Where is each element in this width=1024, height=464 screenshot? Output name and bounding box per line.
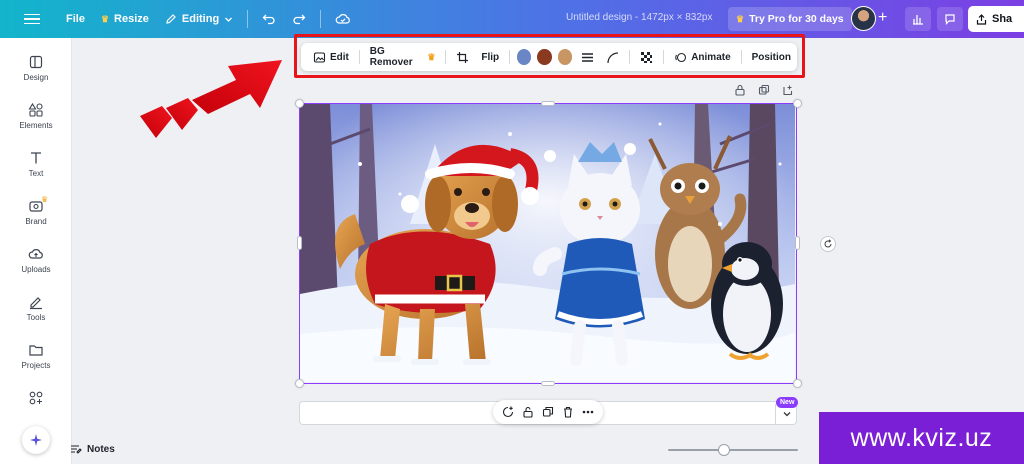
toolbar-divider [247,10,249,28]
sidebar-item-label: Text [28,169,44,178]
lock-icon[interactable] [734,84,746,96]
sidebar-item-label: Tools [26,313,46,322]
file-menu-button[interactable]: File [58,6,93,32]
resize-handle-left[interactable] [297,236,302,250]
notes-button[interactable]: Notes [70,443,115,455]
avatar[interactable] [851,6,876,31]
resize-handle-bottom[interactable] [541,381,555,386]
chevron-down-icon [783,412,790,417]
new-badge: New [776,397,799,408]
elements-shapes-icon [28,102,43,117]
selected-image[interactable] [299,103,797,384]
zoom-slider-track[interactable] [668,449,798,451]
crown-icon: ♛ [736,13,745,24]
sidebar-item-label: Brand [25,217,47,226]
resize-handle-top-left[interactable] [295,99,304,108]
sidebar-item-tools[interactable]: Tools [0,294,72,322]
duplicate-page-icon[interactable] [542,406,554,418]
comments-button[interactable] [937,7,963,31]
pencil-icon [166,14,176,24]
sidebar-item-design[interactable]: Design [0,54,72,82]
menu-icon[interactable] [24,13,40,25]
top-bar: File ♛ Resize Editing Untitled design - … [0,0,1024,38]
try-pro-button[interactable]: ♛ Try Pro for 30 days [728,7,852,31]
unlock-icon[interactable] [522,406,534,418]
sidebar-item-text[interactable]: Text [0,150,72,178]
cloud-save-button[interactable] [327,6,359,32]
sparkle-icon [30,434,42,446]
sidebar-item-brand[interactable]: ♛ Brand [0,195,72,226]
resize-handle-bottom-left[interactable] [295,379,304,388]
insights-button[interactable] [905,7,931,31]
chevron-down-icon [225,17,233,22]
sidebar-item-elements[interactable]: Elements [0,102,72,130]
redo-icon [293,14,306,25]
editing-mode-button[interactable]: Editing [157,6,241,32]
duplicate-icon[interactable] [758,84,770,96]
cloud-check-icon [335,14,351,24]
trash-icon[interactable] [562,406,574,418]
winter-animals-illustration [300,104,795,382]
frame-actions [734,84,794,96]
undo-icon [262,14,275,25]
resize-button[interactable]: ♛ Resize [93,6,157,32]
resize-handle-right[interactable] [795,236,800,250]
bar-chart-icon [913,15,923,25]
apps-grid-icon [29,391,43,405]
resize-handle-bottom-right[interactable] [793,379,802,388]
share-label: Sha [992,13,1013,25]
notes-icon [71,445,82,454]
share-button[interactable]: Sha [968,6,1024,32]
add-page-icon[interactable] [782,84,794,96]
toolbar-highlight-box [294,34,805,78]
sidebar-item-projects[interactable]: Projects [0,342,72,370]
add-collaborator-button[interactable]: + [878,9,887,27]
sidebar-item-uploads[interactable]: Uploads [0,246,72,274]
resize-label: Resize [114,13,149,25]
redo-button[interactable] [284,6,314,32]
comment-icon [945,14,955,25]
website-watermark: www.kviz.uz [819,412,1024,464]
magic-assistant-button[interactable] [22,426,50,454]
file-menu-label: File [66,13,85,25]
sidebar-item-apps[interactable] [0,390,72,406]
share-upload-icon [976,13,987,25]
text-t-icon [31,152,41,164]
crown-icon: ♛ [41,195,49,204]
folder-icon [29,345,43,356]
editing-mode-label: Editing [181,13,220,25]
toolbar-divider [320,10,322,28]
crown-icon: ♛ [100,13,110,24]
design-layout-icon [29,55,43,69]
sidebar-item-label: Elements [19,121,53,130]
notes-label: Notes [87,443,115,455]
resize-handle-top-right[interactable] [793,99,802,108]
undo-button[interactable] [254,6,284,32]
page-mini-toolbar [493,400,603,424]
rotate-handle[interactable] [820,236,836,252]
red-arrow-annotation [140,60,282,138]
left-sidebar: Design Elements Text ♛ Brand Uploads Too… [0,38,72,464]
try-pro-label: Try Pro for 30 days [749,13,844,25]
sidebar-item-label: Uploads [21,265,51,274]
zoom-slider-thumb[interactable] [718,444,730,456]
cloud-upload-icon [28,249,43,259]
document-title[interactable]: Untitled design - 1472px × 832px [566,12,713,23]
rotate-icon [824,239,832,248]
sidebar-item-label: Design [23,73,49,82]
resize-handle-top[interactable] [541,101,555,106]
sidebar-item-label: Projects [21,361,51,370]
add-comment-icon[interactable] [502,406,514,418]
more-options-icon[interactable] [582,406,594,418]
tools-pen-icon [30,297,42,310]
